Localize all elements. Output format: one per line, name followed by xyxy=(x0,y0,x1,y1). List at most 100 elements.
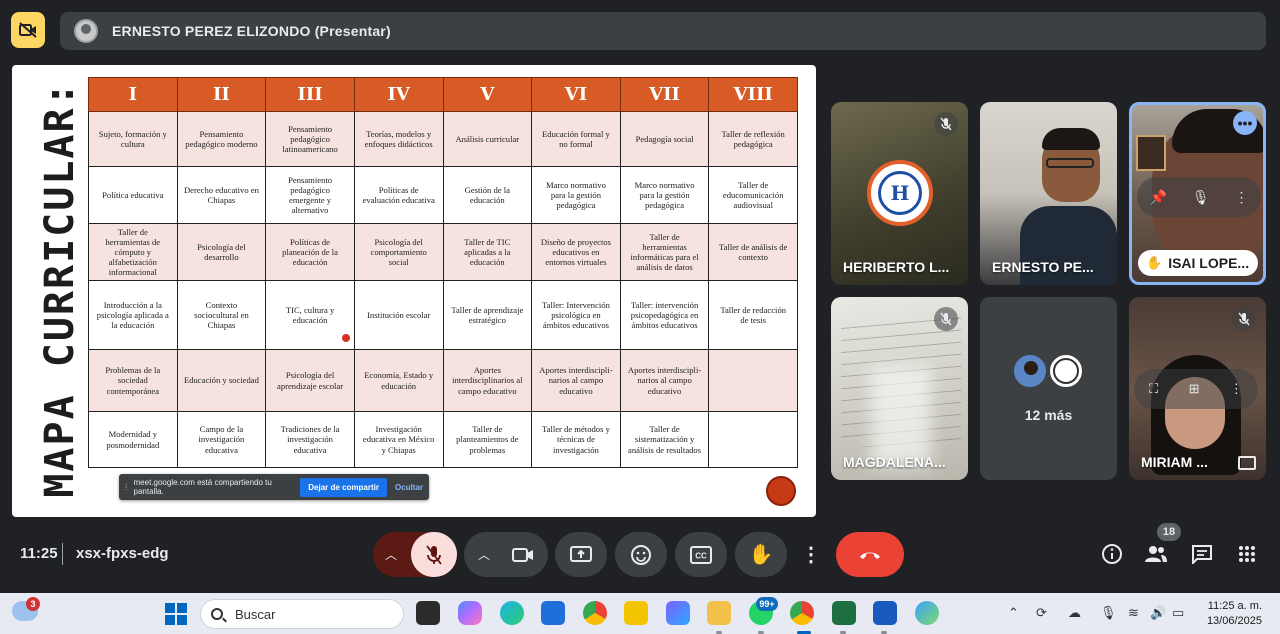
taskbar-search-box[interactable]: Buscar xyxy=(200,599,404,629)
course-cell: TIC, cultura y educación xyxy=(265,280,355,350)
course-cell: Taller de reflexión pedagógica xyxy=(708,111,798,167)
volume-icon[interactable]: 🔊 xyxy=(1150,605,1166,621)
task-view-icon[interactable] xyxy=(416,601,440,625)
clock-time: 11:25 a. m. xyxy=(1207,600,1262,612)
cloud-icon[interactable]: ☁ xyxy=(1068,605,1081,621)
leave-call-button[interactable] xyxy=(836,532,904,577)
svg-text:CC: CC xyxy=(695,551,707,560)
chrome-active-icon[interactable] xyxy=(790,601,814,625)
course-cell: Derecho educativo en Chiapas xyxy=(176,166,267,224)
pin-icon[interactable]: 📌 xyxy=(1149,189,1166,206)
screen-share-notice: ⁞ meet.google.com está compartiendo tu p… xyxy=(119,474,429,500)
course-cell: Taller de sistematización y análisis de … xyxy=(619,411,710,468)
file-explorer-icon[interactable] xyxy=(707,601,731,625)
more-options-button[interactable]: ⋮ xyxy=(795,532,827,577)
sync-icon[interactable]: ⟳ xyxy=(1036,605,1047,621)
participant-name: MIRIAM ... xyxy=(1141,454,1208,470)
participant-tile-heriberto[interactable]: H HERIBERTO L... xyxy=(831,102,968,285)
table-row: Taller de herramientas de cómputo y alfa… xyxy=(88,223,798,281)
battery-icon[interactable]: ▭ xyxy=(1172,605,1184,621)
hide-notice-button[interactable]: Ocultar xyxy=(395,483,423,492)
raise-hand-button[interactable]: ✋ xyxy=(735,532,787,577)
excel-icon[interactable] xyxy=(832,601,856,625)
microphone-toggle-button[interactable] xyxy=(411,532,457,577)
course-cell: Pensamiento pedagógico latinoamericano xyxy=(265,111,355,167)
drag-handle-icon[interactable]: ⁞ xyxy=(125,482,128,492)
add-to-screen-icon[interactable]: ⊞ xyxy=(1189,381,1200,397)
course-cell: Taller de métodos y técnicas de investig… xyxy=(531,411,621,468)
stop-sharing-button[interactable]: Dejar de compartir xyxy=(300,477,387,497)
hide-self-view-toggle[interactable] xyxy=(11,12,45,48)
semester-header: II xyxy=(176,77,267,112)
course-cell: Política educativa xyxy=(88,166,178,224)
more-options-icon[interactable]: ••• xyxy=(1233,111,1257,135)
shared-screen-slide: MAPA CURRICULAR: I II III IV V VI VII VIII Suje… xyxy=(12,65,816,517)
chevron-up-icon[interactable]: ⌃ xyxy=(1008,605,1019,621)
start-button[interactable] xyxy=(165,603,187,625)
system-clock[interactable]: 11:25 a. m. 13/06/2025 xyxy=(1207,599,1262,629)
more-vert-icon[interactable]: ⋮ xyxy=(1235,189,1249,206)
search-placeholder: Buscar xyxy=(235,606,276,622)
participant-tile-isai[interactable]: ••• 📌 🎙 ⋮ ✋ ISAI LOPE... xyxy=(1129,102,1266,285)
course-cell: Institución escolar xyxy=(353,280,444,350)
people-button[interactable] xyxy=(1143,541,1169,567)
copilot-icon[interactable] xyxy=(458,601,482,625)
participant-name: HERIBERTO L... xyxy=(843,259,950,275)
more-vert-icon[interactable]: ⋮ xyxy=(1230,381,1243,397)
mic-off-icon xyxy=(934,307,958,331)
microsoft-store-icon[interactable] xyxy=(541,601,565,625)
emoji-icon xyxy=(631,544,651,565)
table-row: Introducción a la psicología aplicada a … xyxy=(88,280,798,350)
course-cell: Pensamiento pedagógico emergente y alter… xyxy=(265,166,355,224)
participant-tile-ernesto[interactable]: ERNESTO PE... xyxy=(980,102,1117,285)
frame-person-icon[interactable]: ⛶ xyxy=(1149,381,1158,397)
course-cell: Aportes interdiscipli-narios al campo ed… xyxy=(619,349,710,412)
tile-hover-controls: ⛶ ⊞ ⋮ xyxy=(1134,369,1258,409)
whatsapp-badge: 99+ xyxy=(756,597,778,611)
windows-taskbar: 3 Buscar 99+ ⌃ ⟳ ☁ 🎙 ≋ 🔊 ▭ 11:25 a. m. 1… xyxy=(0,593,1280,634)
end-call-icon xyxy=(860,552,880,559)
participant-name: MAGDALENA... xyxy=(843,454,946,470)
course-cell: Marco normativo para la gestión pedagógi… xyxy=(619,166,710,224)
meeting-time: 11:25 xyxy=(20,545,58,562)
raised-hand-name-pill: ✋ ISAI LOPE... xyxy=(1138,250,1258,276)
semester-header: III xyxy=(265,77,355,112)
semester-header: VI xyxy=(531,77,621,112)
mic-off-icon xyxy=(934,112,958,136)
course-cell: Contexto sociocultural en Chiapas xyxy=(176,280,267,350)
share-notice-text: meet.google.com está compartiendo tu pan… xyxy=(133,478,272,496)
camera-toggle-button[interactable] xyxy=(512,532,534,577)
participant-tile-miriam[interactable]: ⛶ ⊞ ⋮ MIRIAM ... xyxy=(1129,297,1266,480)
word-icon[interactable] xyxy=(873,601,897,625)
edge-browser-icon[interactable] xyxy=(500,601,524,625)
table-row: Política educativa Derecho educativo en C… xyxy=(88,166,798,224)
reactions-button[interactable] xyxy=(615,532,667,577)
captions-button[interactable]: CC xyxy=(675,532,727,577)
wifi-icon[interactable]: ≋ xyxy=(1128,605,1139,621)
mic-off-icon xyxy=(1232,307,1256,331)
chevron-up-icon[interactable]: ︿ xyxy=(385,532,397,577)
course-cell: Diseño de proyectos educativos en entorn… xyxy=(531,223,621,281)
course-cell: Educación y sociedad xyxy=(176,349,267,412)
apps-grid-icon xyxy=(1239,546,1255,562)
course-cell: Taller: Intervención psicológica en ámbi… xyxy=(531,280,621,350)
course-cell: Psicología del desarrollo xyxy=(176,223,267,281)
meeting-code: xsx-fpxs-edg xyxy=(76,545,169,562)
microphone-icon[interactable]: 🎙 xyxy=(1100,605,1117,621)
curriculum-table: I II III IV V VI VII VIII Sujeto, formación y c… xyxy=(88,77,798,468)
participant-tile-magdalena[interactable]: MAGDALENA... xyxy=(831,297,968,480)
sticky-notes-icon[interactable] xyxy=(624,601,648,625)
course-cell: Políticas de evaluación educativa xyxy=(353,166,444,224)
picture-in-picture-icon[interactable] xyxy=(1238,456,1256,470)
chrome-icon[interactable] xyxy=(583,601,607,625)
chevron-up-icon[interactable]: ︿ xyxy=(478,532,490,577)
course-cell: Teorías, modelos y enfoques didácticos xyxy=(353,111,444,167)
more-participants-tile[interactable]: 12 más xyxy=(980,297,1117,480)
copilot-app-icon[interactable] xyxy=(666,601,690,625)
chat-button[interactable] xyxy=(1189,541,1215,567)
present-screen-button[interactable] xyxy=(555,532,607,577)
meeting-details-button[interactable] xyxy=(1099,541,1125,567)
mic-off-icon[interactable]: 🎙 xyxy=(1192,189,1210,206)
maps-icon[interactable] xyxy=(915,601,939,625)
activities-button[interactable] xyxy=(1234,541,1260,567)
